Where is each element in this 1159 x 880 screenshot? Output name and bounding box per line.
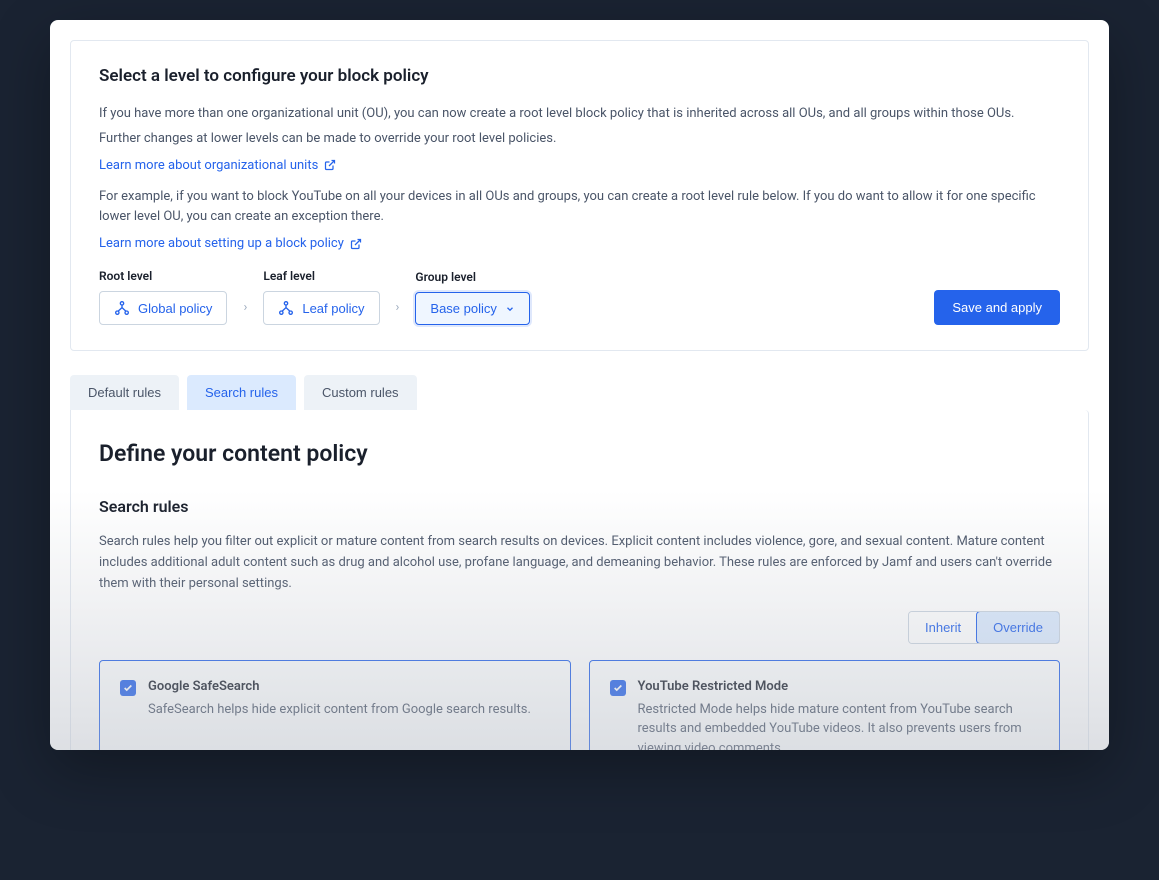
learn-more-ou-link[interactable]: Learn more about organizational units [99, 158, 336, 173]
hierarchy-icon [278, 300, 294, 316]
google-safesearch-card: Google SafeSearch SafeSearch helps hide … [99, 660, 571, 750]
youtube-restricted-card: YouTube Restricted Mode Restricted Mode … [589, 660, 1061, 750]
settings-window: Select a level to configure your block p… [50, 20, 1109, 750]
intro-paragraph-1: If you have more than one organizational… [99, 104, 1060, 173]
level-config-card: Select a level to configure your block p… [70, 40, 1089, 351]
link-label: Learn more about setting up a block poli… [99, 236, 344, 251]
rules-tabs: Default rules Search rules Custom rules [50, 375, 1109, 410]
panel-title: Define your content policy [99, 440, 1060, 467]
section-title: Search rules [99, 497, 1060, 516]
chevron-down-icon [505, 304, 515, 314]
content-policy-panel: Define your content policy Search rules … [70, 410, 1089, 750]
external-link-icon [324, 159, 336, 171]
inherit-override-row: Inherit Override [99, 611, 1060, 644]
tab-custom-rules[interactable]: Custom rules [304, 375, 417, 410]
section-description: Search rules help you filter out explici… [99, 532, 1060, 594]
global-policy-button[interactable]: Global policy [99, 291, 227, 325]
external-link-icon [350, 238, 362, 250]
base-policy-button[interactable]: Base policy [415, 292, 529, 325]
button-label: Base policy [430, 301, 496, 316]
button-label: Leaf policy [302, 301, 364, 316]
example-text: For example, if you want to block YouTub… [99, 187, 1060, 229]
rule-description: SafeSearch helps hide explicit content f… [148, 700, 550, 720]
card-title: Select a level to configure your block p… [99, 66, 1060, 86]
group-level-col: Group level Base policy [415, 270, 529, 325]
intro-paragraph-2: For example, if you want to block YouTub… [99, 187, 1060, 252]
levels-breadcrumb: Root level Global policy › Leaf level Le… [99, 269, 1060, 325]
learn-more-block-policy-link[interactable]: Learn more about setting up a block poli… [99, 236, 362, 251]
chevron-right-icon: › [243, 300, 247, 325]
inherit-override-segment: Inherit Override [908, 611, 1060, 644]
chevron-right-icon: › [396, 300, 400, 325]
root-level-col: Root level Global policy [99, 269, 227, 325]
tab-search-rules[interactable]: Search rules [187, 375, 296, 410]
leaf-level-label: Leaf level [263, 269, 379, 283]
hierarchy-icon [114, 300, 130, 316]
check-icon [123, 683, 133, 693]
intro-text: If you have more than one organizational… [99, 104, 1060, 125]
inherit-button[interactable]: Inherit [909, 612, 977, 643]
group-level-label: Group level [415, 270, 529, 284]
button-label: Global policy [138, 301, 212, 316]
rule-title: YouTube Restricted Mode [638, 679, 1040, 694]
link-label: Learn more about organizational units [99, 158, 318, 173]
root-level-label: Root level [99, 269, 227, 283]
rule-description: Restricted Mode helps hide mature conten… [638, 700, 1040, 750]
check-icon [613, 683, 623, 693]
tab-default-rules[interactable]: Default rules [70, 375, 179, 410]
rule-title: Google SafeSearch [148, 679, 550, 694]
rules-grid: Google SafeSearch SafeSearch helps hide … [99, 660, 1060, 750]
intro-text: Further changes at lower levels can be m… [99, 129, 1060, 150]
override-button[interactable]: Override [976, 611, 1060, 644]
leaf-policy-button[interactable]: Leaf policy [263, 291, 379, 325]
leaf-level-col: Leaf level Leaf policy [263, 269, 379, 325]
youtube-restricted-checkbox[interactable] [610, 680, 626, 696]
save-and-apply-button[interactable]: Save and apply [934, 290, 1060, 325]
safesearch-checkbox[interactable] [120, 680, 136, 696]
